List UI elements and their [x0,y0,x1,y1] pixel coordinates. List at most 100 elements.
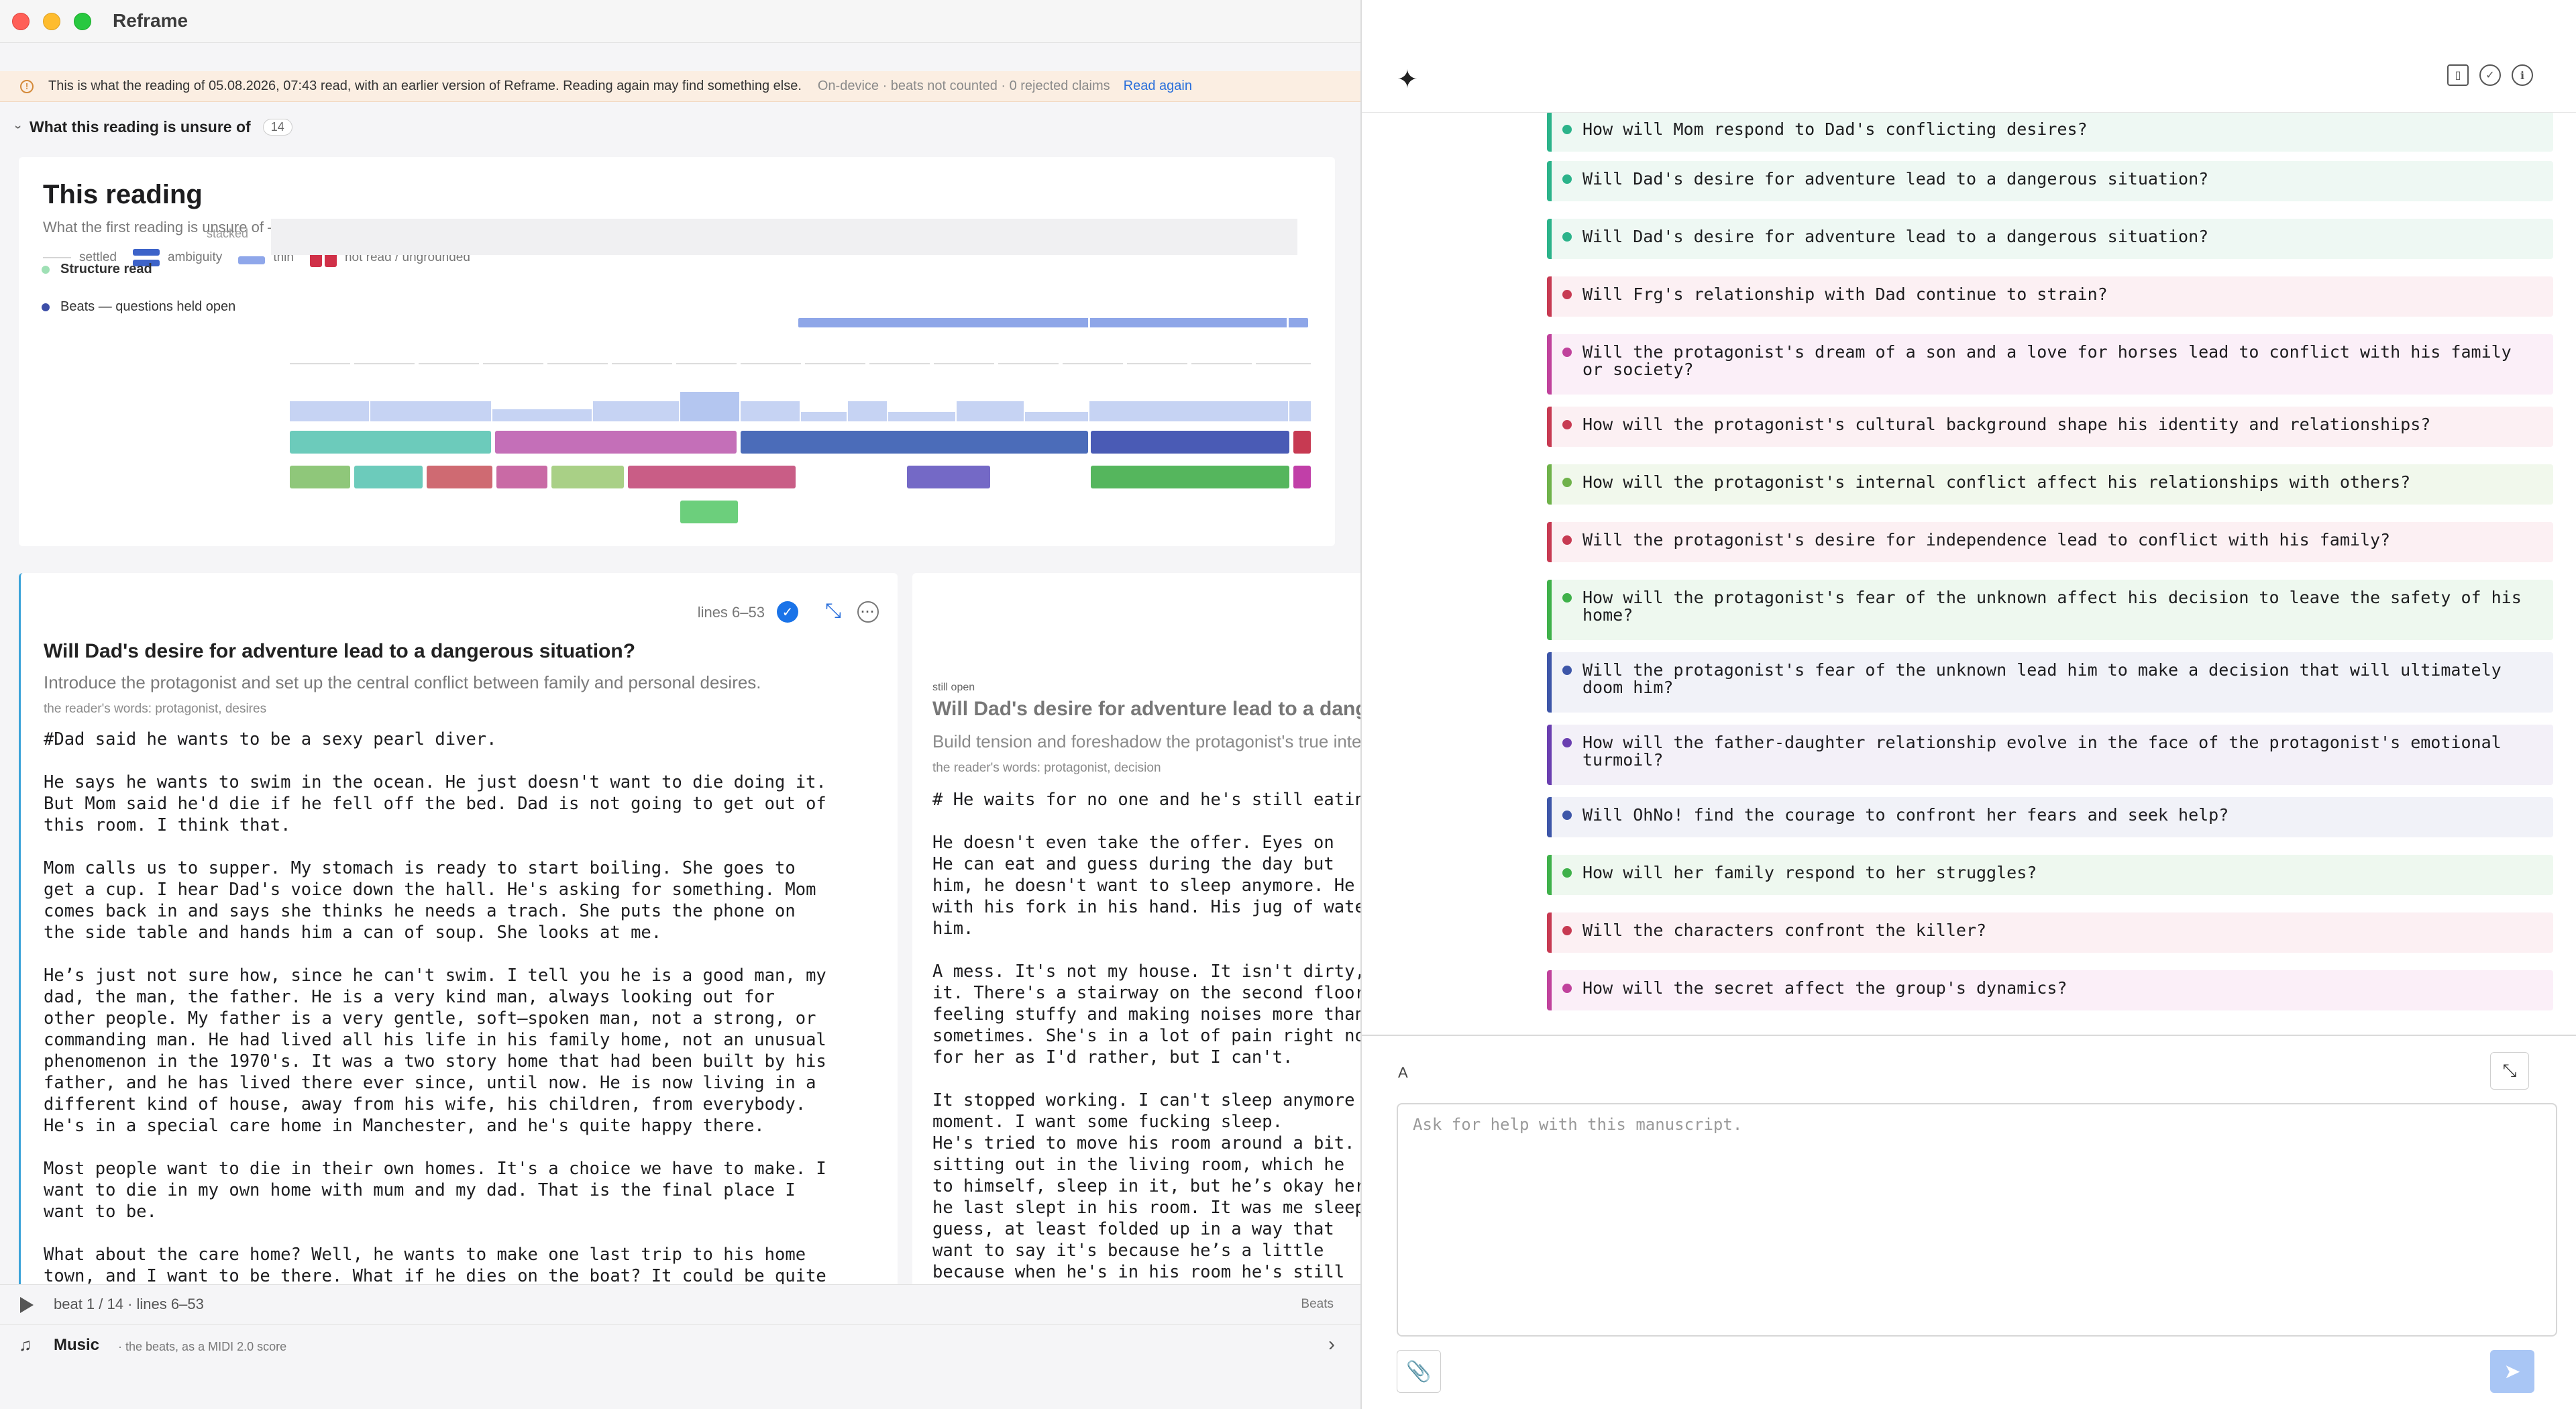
play-icon[interactable] [20,1297,34,1313]
stacked-divider [1287,315,1289,329]
beat-segment [741,431,1088,454]
thin-bar [593,401,679,421]
beat-segment [290,431,491,454]
beat-card-active[interactable]: lines 6–53 ✓ ⤡ ··· Will Dad's desire for… [19,573,898,1311]
paperclip-icon: 📎 [1406,1360,1432,1383]
question-item[interactable]: How will the father-daughter relationshi… [1547,725,2553,785]
question-text: Will the characters confront the killer? [1582,921,1987,940]
beat-reader-words: the reader's words: protagonist, decisio… [932,761,1161,775]
question-text: Will Dad's desire for adventure lead to … [1582,169,2209,189]
expand-composer-button[interactable]: ⤡ [2490,1052,2529,1090]
beat-reader-words: the reader's words: protagonist, desires [44,702,267,716]
question-item[interactable]: How will Mom respond to Dad's conflictin… [1547,113,2553,152]
beat-segment [1293,466,1311,488]
send-button[interactable]: ➤ [2490,1350,2534,1393]
question-item[interactable]: Will the protagonist's fear of the unkno… [1547,652,2553,713]
thin-bar [888,412,955,421]
chat-composer [1397,1103,2557,1337]
question-item[interactable]: Will the protagonist's dream of a son an… [1547,334,2553,395]
beat-card-next[interactable]: still open Will Dad's desire for adventu… [912,573,1360,1311]
question-text: How will the protagonist's internal conf… [1582,472,2411,492]
beat-passage-text: #Dad said he wants to be a sexy pearl di… [44,729,826,1286]
stacked-ambiguity-band [798,318,1308,327]
beats-row-1 [290,431,1311,454]
problem-ribbon [290,315,1311,523]
question-item[interactable]: How will the protagonist's fear of the u… [1547,580,2553,640]
question-status-dot [1562,348,1572,357]
beat-segment [290,466,350,488]
thin-bar [957,401,1024,421]
question-status-dot [1562,811,1572,820]
minimize-window-button[interactable] [43,13,60,30]
question-status-dot [1562,984,1572,993]
question-status-dot [1562,666,1572,675]
question-item[interactable]: Will OhNo! find the courage to confront … [1547,797,2553,837]
info-icon[interactable]: i [2512,64,2533,86]
check-circle-icon[interactable]: ✓ [2479,64,2501,86]
title-bar: Reframe [0,0,1360,43]
thin-bar [801,412,847,421]
stacked-divider [1088,315,1090,329]
question-status-dot [1562,478,1572,487]
question-status-dot [1562,738,1572,747]
question-text: Will Frg's relationship with Dad continu… [1582,284,2108,304]
expand-icon[interactable]: ⤡ [825,600,841,623]
beat-goal: Introduce the protagonist and set up the… [44,672,761,692]
question-item[interactable]: Will Dad's desire for adventure lead to … [1547,161,2553,201]
thin-bar [1289,401,1311,421]
question-list: How will Mom respond to Dad's conflictin… [1362,113,2576,1033]
beat-question: Will Dad's desire for adventure lead to … [932,698,1360,720]
check-circle-icon[interactable]: ✓ [777,601,798,623]
question-status-dot [1562,232,1572,242]
question-status-dot [1562,290,1572,299]
attach-button[interactable]: 📎 [1397,1350,1441,1393]
still-open-tag: still open [932,682,975,693]
question-item[interactable]: Will Frg's relationship with Dad continu… [1547,276,2553,317]
beat-segment [427,466,492,488]
question-item[interactable]: Will the protagonist's desire for indepe… [1547,522,2553,562]
sparkle-icon[interactable]: ✦ [1397,64,1418,95]
question-text: Will the protagonist's dream of a son an… [1582,342,2522,379]
beat-segment [1091,431,1289,454]
question-text: How will Mom respond to Dad's conflictin… [1582,119,2088,139]
question-status-dot [1562,420,1572,429]
thin-bar [1089,401,1288,421]
book-icon[interactable]: ▯ [2447,64,2469,86]
question-item[interactable]: Will Dad's desire for adventure lead to … [1547,219,2553,259]
beat-segment [496,466,547,488]
question-status-dot [1562,125,1572,134]
chevron-right-icon[interactable]: › [1328,1333,1335,1356]
question-item[interactable]: How will her family respond to her strug… [1547,855,2553,895]
question-text: Will the protagonist's desire for indepe… [1582,530,2391,550]
question-text: How will the secret affect the group's d… [1582,978,2068,998]
beat-segment [354,466,423,488]
question-status-dot [1562,535,1572,545]
beat-segment [907,466,990,488]
beats-thin-bars [290,392,1311,421]
beat-position: beat 1 / 14 · lines 6–53 [54,1296,204,1312]
close-window-button[interactable] [12,13,30,30]
question-item[interactable]: How will the secret affect the group's d… [1547,970,2553,1010]
chat-input[interactable] [1413,1115,2540,1323]
music-note-icon: ♫ [19,1335,32,1355]
beat-segment [1293,431,1311,454]
assistant-pane: ✦ ▯ ✓ i How will Mom respond to Dad's co… [1362,0,2576,1409]
question-item[interactable]: How will the protagonist's cultural back… [1547,407,2553,447]
question-status-dot [1562,593,1572,603]
thin-bar [680,392,739,421]
thin-bar [492,409,592,421]
question-status-dot [1562,926,1572,935]
model-selector[interactable]: A [1398,1064,1408,1082]
question-item[interactable]: Will the characters confront the killer? [1547,912,2553,953]
question-text: Will OhNo! find the courage to confront … [1582,805,2229,825]
more-icon[interactable]: ··· [857,601,879,623]
zoom-window-button[interactable] [74,13,91,30]
thin-bar [1025,412,1088,421]
thin-bar [741,401,800,421]
beats-label[interactable]: Beats [1301,1297,1334,1312]
beat-segment [551,466,624,488]
music-bar[interactable]: ♫ Music · the beats, as a MIDI 2.0 score… [0,1324,1360,1366]
question-text: Will the protagonist's fear of the unkno… [1582,660,2512,697]
app-title: Reframe [113,10,189,31]
question-item[interactable]: How will the protagonist's internal conf… [1547,464,2553,505]
